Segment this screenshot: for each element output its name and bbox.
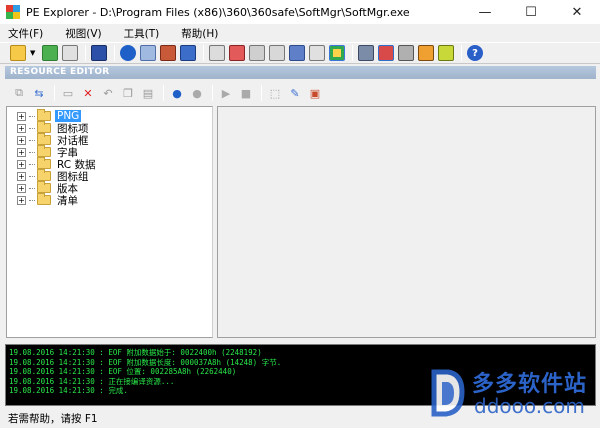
wizard-icon[interactable]	[418, 45, 434, 61]
plugins-icon[interactable]	[378, 45, 394, 61]
chevron-down-icon[interactable]: ▼	[30, 49, 36, 57]
edit-icon[interactable]: ✎	[287, 85, 303, 101]
expand-icon[interactable]: +	[17, 135, 26, 145]
folder-icon	[37, 133, 51, 145]
watermark: 多多软件站 ddooo.com	[420, 362, 600, 424]
resource-editor-icon[interactable]	[329, 45, 345, 61]
settings-icon[interactable]	[358, 45, 374, 61]
folder-icon	[37, 193, 51, 205]
script-icon[interactable]	[438, 45, 454, 61]
tree-item-manifest[interactable]: + 清单	[17, 193, 80, 207]
folder-icon	[37, 181, 51, 193]
window-title: PE Explorer - D:\Program Files (x86)\360…	[26, 5, 410, 19]
new-resource-icon[interactable]: ▭	[60, 85, 76, 101]
exports-icon[interactable]	[229, 45, 245, 61]
open-icon[interactable]	[10, 45, 26, 61]
app-icon	[6, 5, 20, 19]
paste-resource-icon[interactable]: ⇆	[31, 85, 47, 101]
resource-editor-header: RESOURCE EDITOR	[5, 66, 596, 79]
expand-icon[interactable]: +	[17, 147, 26, 157]
watermark-url: ddooo.com	[474, 394, 585, 418]
delete-icon[interactable]: ✕	[80, 85, 96, 101]
log-line: 19.08.2016 14:21:30 : EOF 附加数据始于: 002240…	[9, 348, 262, 357]
menu-bar: 文件(F) 视图(V) 工具(T) 帮助(H)	[0, 24, 600, 42]
image-icon[interactable]: ▣	[307, 85, 323, 101]
menu-view[interactable]: 视图(V)	[65, 26, 101, 41]
expand-icon[interactable]: +	[17, 195, 26, 205]
download-icon[interactable]: ●	[169, 85, 185, 101]
title-bar: PE Explorer - D:\Program Files (x86)\360…	[0, 0, 600, 24]
duplicate-icon[interactable]: ❐	[120, 85, 136, 101]
play-icon[interactable]: ▶	[218, 85, 234, 101]
export-icon[interactable]	[62, 45, 78, 61]
expand-icon[interactable]: +	[17, 183, 26, 193]
sections-icon[interactable]	[160, 45, 176, 61]
copy-resource-icon[interactable]: ⧉	[11, 85, 27, 101]
undo-icon[interactable]: ↶	[100, 85, 116, 101]
resources-icon[interactable]	[180, 45, 196, 61]
headers-icon[interactable]	[140, 45, 156, 61]
debug-icon[interactable]	[309, 45, 325, 61]
folder-icon	[37, 109, 51, 121]
relocations-icon[interactable]	[289, 45, 305, 61]
tree-item-label: 清单	[57, 194, 78, 207]
folder-icon	[37, 169, 51, 181]
minimize-button[interactable]: —	[462, 0, 508, 24]
watermark-logo-icon	[431, 369, 465, 417]
menu-tools[interactable]: 工具(T)	[124, 26, 160, 41]
refresh-icon[interactable]	[42, 45, 58, 61]
expand-icon[interactable]: +	[17, 111, 26, 121]
expand-icon[interactable]: +	[17, 123, 26, 133]
menu-file[interactable]: 文件(F)	[8, 26, 43, 41]
resource-toolbar: ⧉ ⇆ ▭ ✕ ↶ ❐ ▤ ● ● ▶ ■ ⬚ ✎ ▣	[5, 82, 596, 104]
dependency-icon[interactable]	[269, 45, 285, 61]
view-icon[interactable]: ⬚	[267, 85, 283, 101]
properties-icon[interactable]: ▤	[140, 85, 156, 101]
resource-detail-panel[interactable]	[217, 106, 596, 338]
expand-icon[interactable]: +	[17, 171, 26, 181]
folder-icon	[37, 145, 51, 157]
folder-icon	[37, 157, 51, 169]
main-toolbar: ▼ ?	[0, 42, 600, 64]
expand-icon[interactable]: +	[17, 159, 26, 169]
resource-tree[interactable]: + PNG + 图标项 + 对话框 + 字串 + RC 数据 + 图标组 + 版…	[6, 106, 213, 338]
imports-icon[interactable]	[209, 45, 225, 61]
tools-icon[interactable]	[398, 45, 414, 61]
close-button[interactable]: ✕	[554, 0, 600, 24]
save-icon[interactable]	[91, 45, 107, 61]
info-icon[interactable]	[120, 45, 136, 61]
menu-help[interactable]: 帮助(H)	[181, 26, 218, 41]
status-text: 若需帮助，请按 F1	[8, 412, 98, 425]
disassembler-icon[interactable]	[249, 45, 265, 61]
help-icon[interactable]: ?	[467, 45, 483, 61]
upload-icon[interactable]: ●	[189, 85, 205, 101]
maximize-button[interactable]: ☐	[508, 0, 554, 24]
stop-icon[interactable]: ■	[238, 85, 254, 101]
folder-icon	[37, 121, 51, 133]
